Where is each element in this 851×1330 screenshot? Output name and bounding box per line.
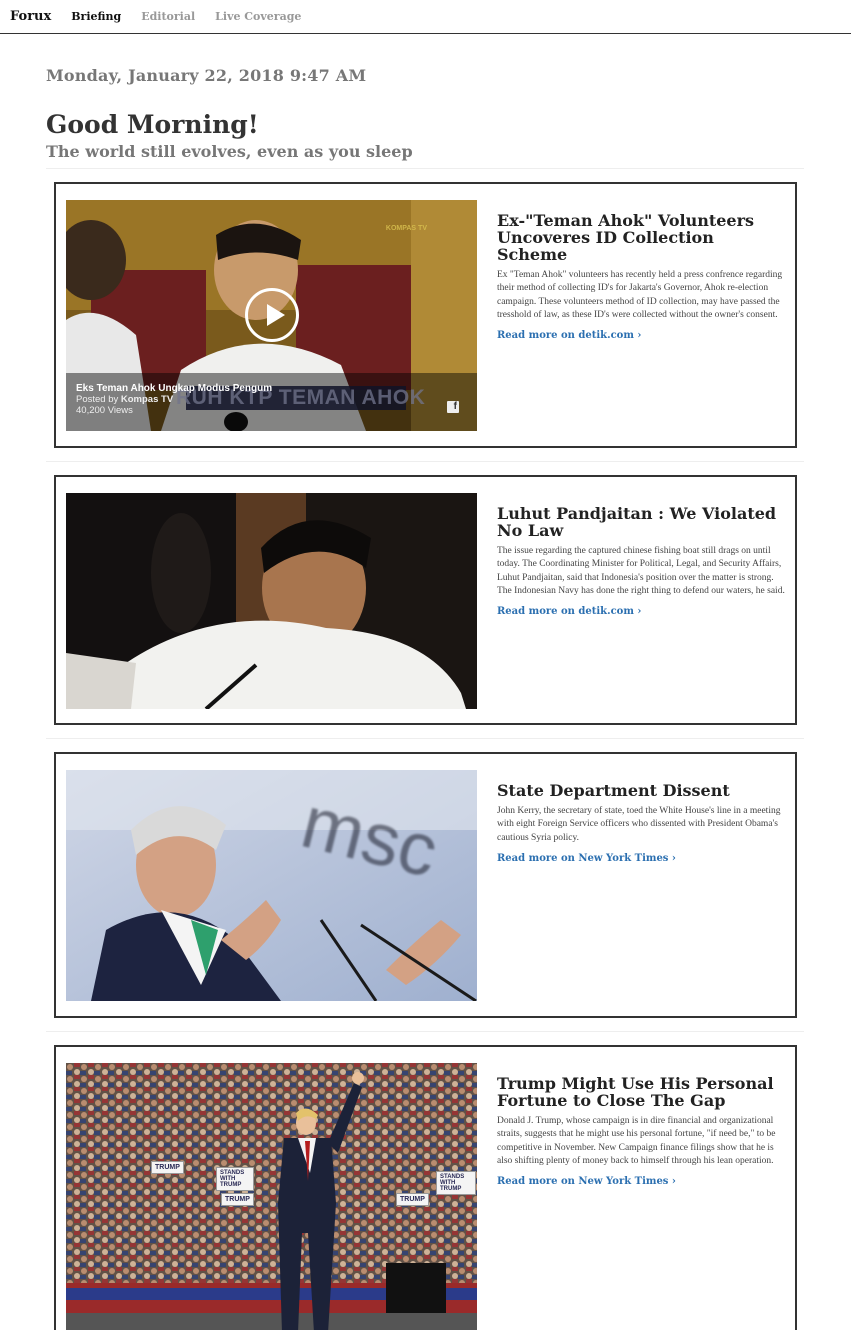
read-more-link[interactable]: Read more on New York Times ›	[497, 1176, 676, 1187]
article-summary: Ex "Teman Ahok" volunteers has recently …	[497, 270, 783, 320]
posted-by-channel[interactable]: Kompas TV	[121, 394, 173, 405]
read-more-link[interactable]: Read more on detik.com ›	[497, 606, 641, 617]
article-summary: Donald J. Trump, whose campaign is in di…	[497, 1116, 776, 1166]
article-card: msc State Department Dissent John Kerry,…	[54, 752, 797, 1018]
video-views: 40,200 Views	[76, 405, 133, 416]
main-container: Monday, January 22, 2018 9:47 AM Good Mo…	[0, 66, 851, 1330]
read-more-link[interactable]: Read more on New York Times ›	[497, 853, 676, 864]
nav-link-editorial[interactable]: Editorial	[141, 10, 195, 23]
article-card: Luhut Pandjaitan : We Violated No Law Th…	[54, 475, 797, 725]
article-video[interactable]: KOMPAS TV RUH KTP TEMAN AHOK Eks Teman A…	[66, 200, 477, 431]
article-section: msc State Department Dissent John Kerry,…	[46, 739, 804, 1032]
rally-sign: STANDS WITH TRUMP	[216, 1167, 254, 1191]
article-summary: The issue regarding the captured chinese…	[497, 546, 785, 596]
greeting-heading: Good Morning!	[46, 110, 259, 139]
article-photo	[66, 493, 477, 709]
article-headline[interactable]: Trump Might Use His Personal Fortune to …	[497, 1075, 785, 1109]
play-icon[interactable]	[245, 288, 299, 342]
top-navbar: Forux Briefing Editorial Live Coverage	[0, 0, 851, 34]
article-photo: msc	[66, 770, 477, 1001]
article-text: Luhut Pandjaitan : We Violated No Law Th…	[477, 493, 785, 713]
read-more-link[interactable]: Read more on detik.com ›	[497, 330, 641, 341]
video-title[interactable]: Eks Teman Ahok Ungkap Modus Pengum	[76, 383, 467, 394]
article-section: KOMPAS TV RUH KTP TEMAN AHOK Eks Teman A…	[46, 169, 804, 462]
rally-sign: TRUMP	[151, 1161, 184, 1174]
article-summary: John Kerry, the secretary of state, toed…	[497, 806, 781, 843]
read-more-label: Read more on detik.com	[497, 606, 634, 618]
article-text: Ex-"Teman Ahok" Volunteers Uncoveres ID …	[477, 200, 785, 436]
article-text: State Department Dissent John Kerry, the…	[477, 770, 785, 1006]
luhut-photo	[66, 493, 477, 709]
facebook-icon[interactable]: f	[447, 401, 459, 413]
article-card: TRUMP STANDS WITH TRUMP TRUMP STANDS WIT…	[54, 1045, 797, 1330]
video-info-bar: Eks Teman Ahok Ungkap Modus Pengum Poste…	[66, 373, 477, 431]
chevron-right-icon: ›	[637, 330, 642, 342]
rally-sign: STANDS WITH TRUMP	[436, 1171, 476, 1195]
video-posted-by: Posted by Kompas TV	[76, 394, 467, 405]
read-more-label: Read more on New York Times	[497, 1176, 669, 1188]
article-headline[interactable]: Ex-"Teman Ahok" Volunteers Uncoveres ID …	[497, 212, 785, 263]
rally-sign: TRUMP	[396, 1193, 429, 1206]
kompas-tv-logo: KOMPAS TV	[385, 225, 427, 232]
nav-link-live-coverage[interactable]: Live Coverage	[215, 10, 301, 23]
article-headline[interactable]: State Department Dissent	[497, 782, 785, 799]
article-text: Trump Might Use His Personal Fortune to …	[477, 1063, 785, 1330]
current-date: Monday, January 22, 2018 9:47 AM	[46, 66, 367, 85]
article-section: TRUMP STANDS WITH TRUMP TRUMP STANDS WIT…	[46, 1032, 804, 1330]
nav-link-briefing[interactable]: Briefing	[71, 10, 121, 23]
article-photo: TRUMP STANDS WITH TRUMP TRUMP STANDS WIT…	[66, 1063, 477, 1330]
read-more-label: Read more on detik.com	[497, 330, 634, 342]
greeting-subtitle: The world still evolves, even as you sle…	[46, 142, 804, 169]
article-card: KOMPAS TV RUH KTP TEMAN AHOK Eks Teman A…	[54, 182, 797, 448]
posted-by-label: Posted by	[76, 394, 119, 405]
chevron-right-icon: ›	[671, 852, 676, 864]
brand-logo[interactable]: Forux	[10, 9, 51, 24]
chevron-right-icon: ›	[637, 606, 642, 618]
article-headline[interactable]: Luhut Pandjaitan : We Violated No Law	[497, 505, 785, 539]
chevron-right-icon: ›	[671, 1176, 676, 1188]
rally-sign: TRUMP	[221, 1193, 254, 1206]
read-more-label: Read more on New York Times	[497, 852, 669, 864]
article-section: Luhut Pandjaitan : We Violated No Law Th…	[46, 462, 804, 739]
